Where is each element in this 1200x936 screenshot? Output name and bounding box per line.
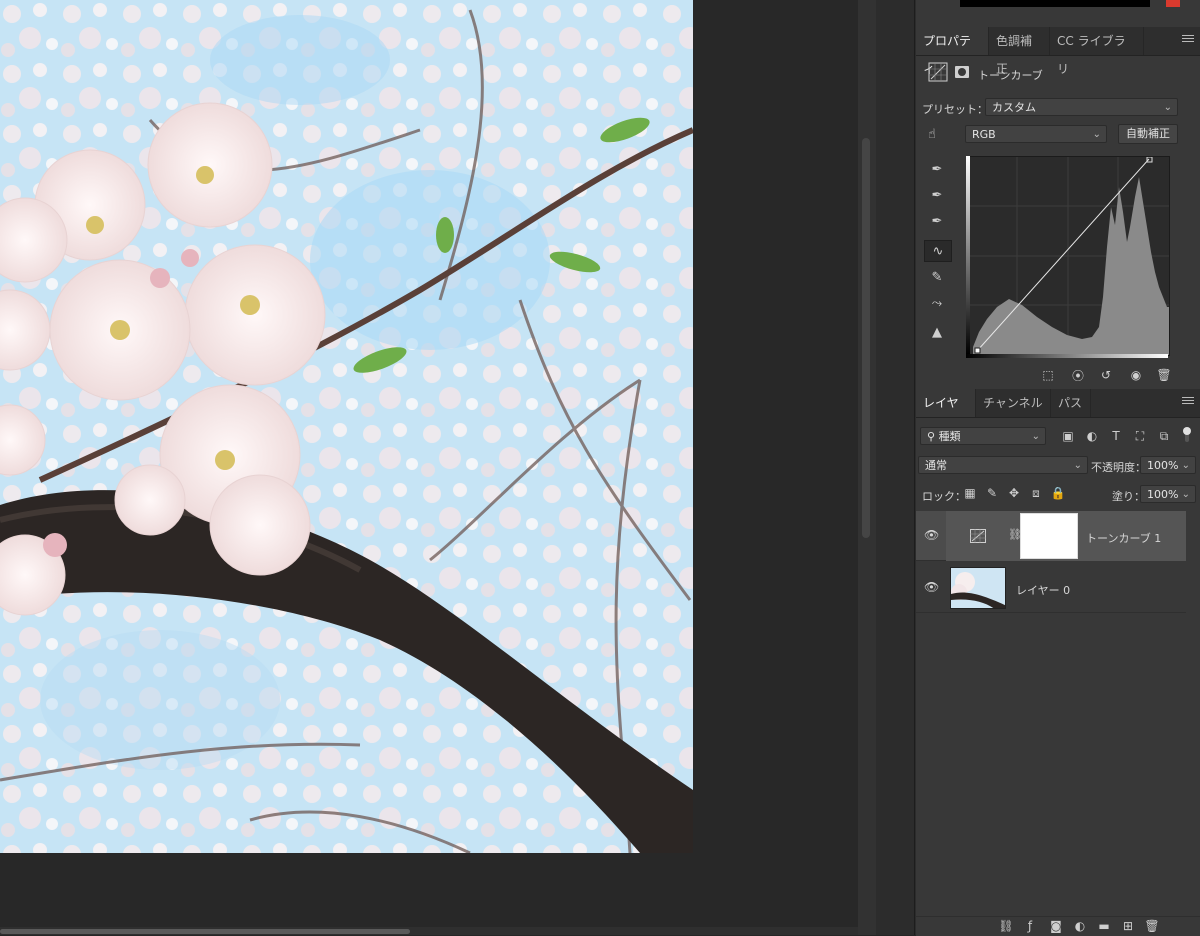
link-icon[interactable]: ⛓	[1008, 528, 1022, 544]
adjustment-name: トーンカーブ	[978, 69, 1043, 82]
reset-icon[interactable]: ↺	[1096, 367, 1116, 383]
output-gradient	[966, 156, 970, 354]
visibility-icon[interactable]: ◉	[1126, 367, 1146, 383]
on-image-adjust-icon[interactable]: ☝	[928, 127, 950, 143]
layer-thumbnail[interactable]	[950, 567, 1006, 609]
right-panels: プロパティ 色調補正 CC ライブラリ トーンカーブ プリセット： カスタム⌄ …	[916, 0, 1200, 936]
tab-paths-label: パス	[1058, 396, 1083, 410]
preset-dropdown[interactable]: カスタム ⌄	[985, 98, 1178, 116]
layer-name[interactable]: トーンカーブ 1	[1086, 530, 1161, 546]
tab-adjustments[interactable]: 色調補正	[989, 27, 1050, 76]
layer-row[interactable]: 👁 レイヤー 0	[916, 563, 1186, 613]
layers-tabbar: レイヤー チャンネル パス	[916, 389, 1200, 438]
clipping-warning-icon[interactable]: ▲	[924, 322, 950, 342]
document-canvas[interactable]	[0, 0, 858, 935]
tab-cc-libraries[interactable]: CC ライブラリ	[1050, 27, 1144, 76]
link-layers-icon[interactable]: ⛓	[996, 918, 1016, 934]
layer-mask-icon[interactable]	[954, 64, 970, 80]
vertical-scroll-thumb[interactable]	[862, 138, 870, 538]
curves-layer-icon	[970, 529, 986, 543]
preset-value: カスタム	[992, 101, 1036, 114]
chevron-down-icon: ⌄	[1181, 489, 1190, 500]
layer-filter-value: 種類	[938, 430, 961, 443]
chevron-down-icon: ⌄	[1181, 460, 1190, 471]
lock-all-icon[interactable]: 🔒	[1048, 485, 1068, 501]
layer-filter-dropdown[interactable]: ⚲ 種類 ⌄	[920, 427, 1046, 445]
smooth-curve-icon[interactable]: ⤳	[924, 293, 950, 313]
horizontal-scroll-thumb[interactable]	[0, 929, 410, 934]
new-adjustment-icon[interactable]: ◐	[1070, 918, 1090, 934]
eye-icon[interactable]: 👁	[924, 528, 939, 542]
filter-toggle[interactable]	[1182, 426, 1192, 444]
filter-pixel-icon[interactable]: ▣	[1058, 428, 1078, 444]
pencil-icon[interactable]: ✎	[924, 267, 950, 287]
tab-paths[interactable]: パス	[1051, 389, 1091, 417]
new-group-icon[interactable]: ▬	[1094, 918, 1114, 934]
tab-layers[interactable]: レイヤー	[916, 389, 976, 438]
filter-smart-object-icon[interactable]: ⧉	[1154, 428, 1174, 444]
lock-artboard-icon[interactable]: ⧈	[1026, 485, 1046, 501]
filter-shape-icon[interactable]: ⛶	[1130, 428, 1150, 444]
tab-cc-libraries-label: CC ライブラリ	[1057, 34, 1126, 76]
lock-position-icon[interactable]: ✥	[1004, 485, 1024, 501]
photo-image[interactable]	[0, 0, 693, 853]
layer-name[interactable]: レイヤー 0	[1016, 582, 1070, 598]
panel-dock-gap	[876, 0, 916, 935]
layer-row[interactable]: 👁 ⛓ トーンカーブ 1	[916, 511, 1186, 561]
blend-mode-value: 通常	[925, 459, 947, 472]
filter-adjustment-icon[interactable]: ◐	[1082, 428, 1102, 444]
color-swatch-bar[interactable]	[960, 0, 1150, 7]
eyedropper-gray-icon[interactable]: ✒	[924, 185, 950, 205]
curves-adjustment-icon	[928, 62, 948, 82]
delete-icon[interactable]: 🗑	[1154, 367, 1174, 383]
lock-image-icon[interactable]: ✎	[982, 485, 1002, 501]
panel-menu-icon[interactable]	[1182, 33, 1194, 47]
preset-label: プリセット：	[922, 103, 988, 116]
auto-button[interactable]: 自動補正	[1118, 124, 1178, 144]
curve-point-tool-icon[interactable]: ∿	[924, 240, 952, 262]
input-gradient	[966, 354, 1168, 358]
add-mask-icon[interactable]: ◙	[1046, 918, 1066, 934]
tab-properties[interactable]: プロパティ	[916, 27, 989, 76]
chevron-down-icon: ⌄	[1031, 431, 1040, 442]
color-panel-remnant	[916, 0, 1200, 20]
cherry-blossom-photo	[0, 0, 693, 853]
chevron-down-icon: ⌄	[1163, 102, 1172, 113]
opacity-field[interactable]: 100% ⌄	[1140, 456, 1196, 474]
lock-transparent-icon[interactable]: ▦	[960, 485, 980, 501]
new-layer-icon[interactable]: ⊞	[1118, 918, 1138, 934]
fill-value: 100%	[1147, 488, 1179, 501]
view-previous-icon[interactable]: ⦿	[1068, 367, 1088, 383]
panel-menu-icon[interactable]	[1182, 395, 1194, 409]
opacity-value: 100%	[1147, 459, 1179, 472]
channel-dropdown[interactable]: RGB ⌄	[965, 125, 1107, 143]
tab-channels-label: チャンネル	[983, 396, 1043, 410]
layer-mask-thumbnail[interactable]	[1020, 513, 1078, 559]
opacity-label: 不透明度：	[1091, 461, 1146, 474]
chevron-down-icon: ⌄	[1073, 460, 1082, 471]
clip-to-layer-icon[interactable]: ⬚	[1038, 367, 1058, 383]
eyedropper-black-icon[interactable]: ✒	[924, 159, 950, 179]
horizontal-scrollbar[interactable]	[0, 927, 858, 935]
chevron-down-icon: ⌄	[1092, 129, 1101, 140]
properties-footer: ⬚ ⦿ ↺ ◉ 🗑	[916, 364, 1200, 386]
fill-field[interactable]: 100% ⌄	[1140, 485, 1196, 503]
tab-channels[interactable]: チャンネル	[976, 389, 1051, 417]
properties-tabbar: プロパティ 色調補正 CC ライブラリ	[916, 27, 1200, 76]
filter-type-icon[interactable]: T	[1106, 428, 1126, 444]
eye-icon[interactable]: 👁	[924, 580, 939, 594]
curves-graph[interactable]	[966, 156, 1170, 356]
eyedropper-white-icon[interactable]: ✒	[924, 211, 950, 231]
delete-layer-icon[interactable]: 🗑	[1142, 918, 1162, 934]
blend-mode-dropdown[interactable]: 通常 ⌄	[918, 456, 1088, 474]
fx-icon[interactable]: ƒ	[1020, 918, 1040, 934]
warning-swatch[interactable]	[1166, 0, 1180, 7]
channel-value: RGB	[972, 128, 996, 141]
layers-footer: ⛓ ƒ ◙ ◐ ▬ ⊞ 🗑	[916, 916, 1200, 936]
search-icon: ⚲	[927, 430, 939, 443]
